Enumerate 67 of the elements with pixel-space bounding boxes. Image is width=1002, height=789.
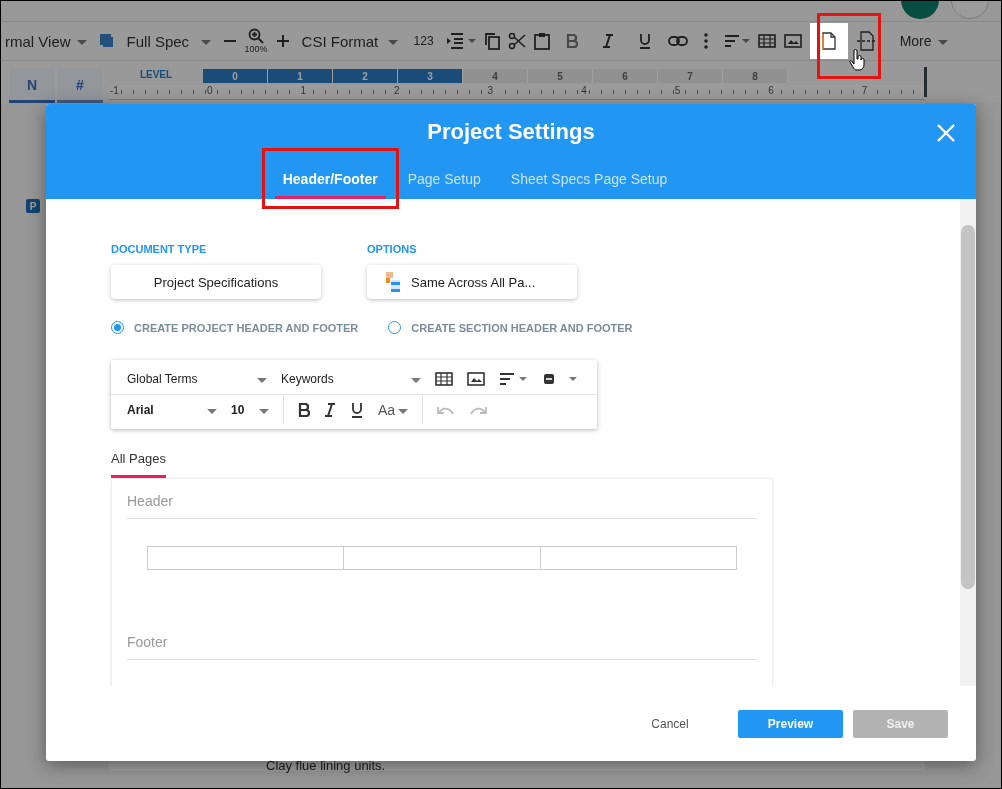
document-dropdown[interactable]: Full Spec	[122, 32, 215, 50]
highlight-frame	[817, 13, 881, 79]
document-type-dropdown[interactable]: Project Specifications	[111, 265, 321, 299]
level-label: LEVEL	[138, 69, 174, 82]
image-icon[interactable]	[467, 372, 485, 386]
level-button[interactable]: 8	[723, 69, 788, 83]
column-tab[interactable]: #	[57, 69, 103, 103]
format-dropdown[interactable]: CSI Format	[297, 32, 402, 50]
document-text: Clay flue lining units.	[266, 758, 386, 773]
dialog-tab[interactable]: Header/Footer	[274, 167, 386, 199]
level-button[interactable]: 4	[463, 69, 528, 83]
italic-icon[interactable]	[601, 34, 614, 48]
column-tab[interactable]: N	[9, 69, 55, 103]
table-icon[interactable]	[757, 34, 776, 48]
level-button[interactable]: 6	[593, 69, 658, 83]
field-label: DOCUMENT TYPE	[111, 243, 208, 255]
field-label: OPTIONS	[367, 243, 418, 255]
copy-icon[interactable]	[483, 32, 500, 50]
table-icon[interactable]	[435, 372, 453, 386]
underline-icon[interactable]	[350, 402, 364, 418]
align-icon[interactable]	[723, 35, 750, 47]
page-tab[interactable]: All Pages	[111, 451, 166, 478]
level-button[interactable]: 0	[203, 69, 268, 83]
scrollbar-thumb[interactable]	[961, 225, 975, 589]
zoom-button[interactable]: 100%	[244, 28, 268, 54]
text-case-dropdown[interactable]: Aa	[378, 402, 408, 418]
image-icon[interactable]	[783, 34, 802, 48]
numbering-button[interactable]: 123	[409, 34, 438, 48]
indent-icon[interactable]	[445, 33, 476, 49]
more-vertical-icon[interactable]	[703, 33, 708, 49]
level-button[interactable]: 1	[268, 69, 333, 83]
link-icon[interactable]	[667, 35, 688, 47]
page-break-icon[interactable]	[855, 31, 878, 51]
pages-icon	[385, 271, 401, 293]
scope-radio[interactable]: CREATE PROJECT HEADER AND FOOTER	[111, 321, 359, 334]
ruler: -1 0 1 2 3 4 5 6 7	[109, 85, 924, 100]
bold-icon[interactable]	[298, 403, 310, 417]
clipboard-icon[interactable]	[533, 32, 550, 50]
plus-icon[interactable]	[275, 34, 290, 48]
layers-icon[interactable]	[98, 33, 115, 49]
page-icon	[821, 32, 836, 50]
level-button[interactable]: 3	[398, 69, 463, 83]
view-dropdown[interactable]: rmal View	[1, 32, 91, 50]
global-terms-dropdown[interactable]: Global Terms	[127, 372, 267, 386]
dialog-tab[interactable]: Page Setup	[399, 167, 489, 199]
dialog-tab[interactable]: Sheet Specs Page Setup	[502, 167, 676, 199]
level-button[interactable]: 2	[333, 69, 398, 83]
block-icon[interactable]	[543, 373, 579, 385]
section-heading: Footer	[127, 634, 757, 660]
more-dropdown[interactable]: More	[895, 33, 946, 49]
scissors-icon[interactable]	[507, 32, 526, 50]
level-button[interactable]: 5	[528, 69, 593, 83]
options-dropdown[interactable]: Same Across All Pa...	[367, 265, 577, 299]
paragraph-badge: P	[26, 199, 40, 213]
action-button[interactable]: Preview	[738, 709, 843, 738]
align-icon[interactable]	[499, 373, 529, 385]
scope-radio[interactable]: CREATE SECTION HEADER AND FOOTER	[388, 321, 633, 334]
cancel-button[interactable]: Cancel	[640, 709, 700, 738]
italic-icon[interactable]	[324, 403, 336, 417]
keywords-dropdown[interactable]: Keywords	[281, 372, 421, 386]
section-heading: Header	[127, 493, 757, 519]
dialog-title: Project Settings	[427, 119, 595, 145]
close-icon[interactable]	[937, 124, 955, 142]
font-size-dropdown[interactable]: 10	[231, 403, 269, 417]
level-button[interactable]: 7	[658, 69, 723, 83]
font-dropdown[interactable]: Arial	[127, 403, 217, 417]
underline-icon[interactable]	[637, 33, 652, 49]
